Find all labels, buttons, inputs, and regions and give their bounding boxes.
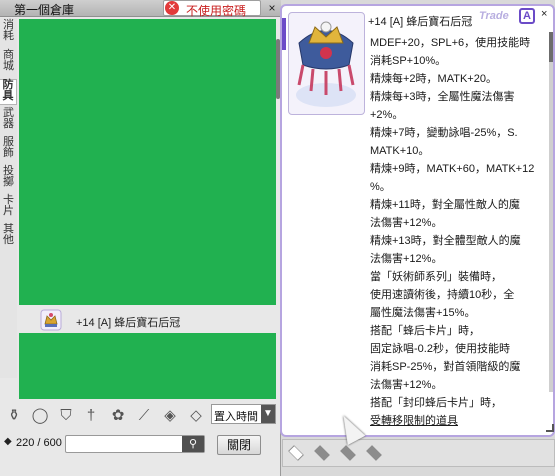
tooltip-close-icon[interactable]: × bbox=[541, 8, 547, 20]
storage-window: 第一個倉庫 ✕ 不使用密碼 × 消耗 商城 防具 武器 服飾 投擲 卡片 其他 … bbox=[0, 0, 281, 476]
storage-close-icon[interactable]: × bbox=[265, 1, 279, 15]
tab-costume[interactable]: 服飾 bbox=[0, 137, 17, 163]
wand-icon[interactable]: ⟋ bbox=[133, 405, 155, 427]
desc-line: 精煉每+2時，MATK+20。 bbox=[370, 73, 497, 85]
storage-title: 第一個倉庫 bbox=[14, 3, 75, 17]
crown-icon bbox=[39, 308, 63, 332]
desc-line: 精煉+9時，MATK+60，MATK+12 bbox=[370, 163, 535, 175]
shield-icon[interactable]: ◇ bbox=[185, 405, 207, 427]
card-slot-icon[interactable] bbox=[288, 445, 304, 461]
desc-line: 法傷害+12%。 bbox=[370, 253, 443, 265]
card-slot-icon[interactable] bbox=[366, 445, 382, 461]
desc-line: 搭配「封印蜂后卡片」時， bbox=[370, 397, 502, 409]
storage-grid-upper[interactable] bbox=[19, 19, 276, 305]
costume-icon[interactable]: ✿ bbox=[107, 405, 129, 427]
desc-line: 精煉+11時，對全屬性敵人的魔 bbox=[370, 199, 520, 211]
trade-label: Trade bbox=[479, 10, 509, 22]
ring-icon[interactable]: ◯ bbox=[29, 405, 51, 427]
desc-line: %。 bbox=[370, 181, 391, 193]
tab-consumable[interactable]: 消耗 bbox=[0, 20, 17, 46]
window-accent bbox=[282, 18, 286, 50]
card-icon[interactable]: ◈ bbox=[159, 405, 181, 427]
grade-badge: A bbox=[519, 8, 535, 24]
desc-line: 固定詠唱-0.2秒，使用技能時 bbox=[370, 343, 510, 355]
transfer-restriction-link[interactable]: 受轉移限制的道具 bbox=[370, 412, 550, 430]
category-tabs: 消耗 商城 防具 武器 服飾 投擲 卡片 其他 bbox=[0, 18, 17, 378]
desc-line: MDEF+20，SPL+6，使用技能時 bbox=[370, 37, 531, 49]
desc-line: +2%。 bbox=[370, 109, 404, 121]
prohibit-icon: ✕ bbox=[165, 1, 179, 15]
desc-line: 精煉+7時，變動詠唱-25%，S. bbox=[370, 127, 518, 139]
desc-line: 消耗SP-25%，對首領階級的魔 bbox=[370, 361, 521, 373]
desc-line: 搭配「蜂后卡片」時， bbox=[370, 325, 480, 337]
item-title: +14 [A] 蜂后寶石后冠 bbox=[368, 16, 473, 28]
chevron-down-icon[interactable]: ▼ bbox=[261, 405, 275, 423]
sort-value: 置入時間 bbox=[214, 411, 258, 423]
scrollbar-thumb[interactable] bbox=[549, 32, 553, 62]
tab-weapon[interactable]: 武器 bbox=[0, 108, 17, 134]
desc-line: 精煉每+3時，全屬性魔法傷害 bbox=[370, 91, 515, 103]
item-info-window: +14 [A] 蜂后寶石后冠 Trade A × MDEF+20，SPL+6，使… bbox=[280, 4, 555, 437]
no-password-label: 不使用密碼 bbox=[186, 4, 247, 18]
desc-line: 消耗SP+10%。 bbox=[370, 55, 447, 67]
armor-icon[interactable]: ⛉ bbox=[55, 405, 77, 427]
item-description: MDEF+20，SPL+6，使用技能時 消耗SP+10%。 精煉每+2時，MAT… bbox=[370, 34, 550, 430]
list-item[interactable]: +14 [A] 蜂后寶石后冠 bbox=[19, 306, 276, 333]
desc-line: MATK+10。 bbox=[370, 145, 430, 157]
search-input[interactable]: ⚲ bbox=[65, 435, 205, 453]
card-slot-icon[interactable] bbox=[340, 445, 356, 461]
card-slot-bar bbox=[282, 439, 555, 467]
storage-title-bar[interactable]: 第一個倉庫 ✕ 不使用密碼 × bbox=[0, 0, 281, 18]
desc-line: 法傷害+12%。 bbox=[370, 379, 443, 391]
desc-line: 當「妖術師系列」裝備時， bbox=[370, 271, 502, 283]
weapon-icon[interactable]: † bbox=[80, 405, 102, 427]
bag-icon: ◆ bbox=[4, 436, 12, 447]
tab-other[interactable]: 其他 bbox=[0, 224, 17, 250]
no-password-button[interactable]: ✕ 不使用密碼 bbox=[163, 0, 261, 18]
storage-grid-lower[interactable] bbox=[19, 333, 276, 399]
tab-mall[interactable]: 商城 bbox=[0, 50, 17, 76]
tab-card[interactable]: 卡片 bbox=[0, 195, 17, 221]
resize-grip[interactable] bbox=[546, 424, 554, 432]
tooltip-scrollbar[interactable] bbox=[549, 32, 553, 392]
storage-footer: ◆ 220 / 600 ⚲ 關閉 bbox=[0, 432, 281, 458]
close-button[interactable]: 關閉 bbox=[217, 435, 261, 455]
tab-throwing[interactable]: 投擲 bbox=[0, 166, 17, 192]
item-name: +14 [A] 蜂后寶石后冠 bbox=[76, 317, 181, 329]
search-icon[interactable]: ⚲ bbox=[182, 436, 204, 452]
desc-line: 屬性魔法傷害+15%。 bbox=[370, 307, 476, 319]
desc-line: 使用速讀術後，持續10秒，全 bbox=[370, 289, 515, 301]
potion-icon[interactable]: ⚱ bbox=[3, 405, 25, 427]
card-slot-icon[interactable] bbox=[314, 445, 330, 461]
item-image bbox=[288, 12, 365, 115]
tab-armor[interactable]: 防具 bbox=[0, 79, 17, 105]
sort-select[interactable]: 置入時間 ▼ bbox=[211, 404, 276, 424]
capacity-count: 220 / 600 bbox=[16, 437, 62, 449]
desc-line: 精煉+13時，對全體型敵人的魔 bbox=[370, 235, 521, 247]
desc-line: 法傷害+12%。 bbox=[370, 217, 443, 229]
